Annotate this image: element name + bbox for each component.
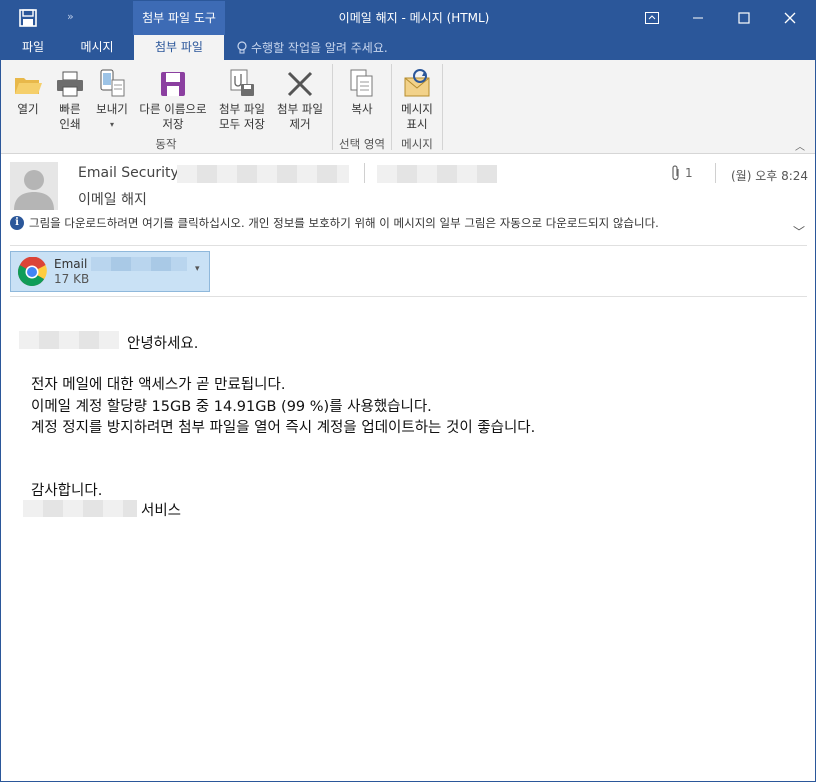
person-icon (14, 170, 54, 210)
save-all-label-2: 모두 저장 (219, 117, 265, 131)
quick-print-button[interactable]: 빠른 인쇄 (49, 64, 91, 132)
tab-message[interactable]: 메시지 (69, 35, 125, 60)
quick-print-label-2: 인쇄 (59, 117, 81, 131)
close-icon (784, 12, 796, 24)
redacted-recipient-name (19, 331, 119, 349)
paperclip-icon (672, 165, 679, 181)
show-message-label-1: 메시지 (401, 102, 433, 116)
header-separator (10, 245, 807, 246)
open-button[interactable]: 열기 (7, 64, 49, 117)
context-tab-attachment-tools: 첨부 파일 도구 (133, 1, 225, 35)
save-as-label-1: 다른 이름으로 (139, 102, 207, 116)
redacted-attachment-name (91, 257, 187, 271)
received-date: (월) 오후 8:24 (731, 169, 809, 183)
close-button[interactable] (767, 1, 813, 35)
tab-attachments[interactable]: 첨부 파일 (134, 35, 224, 60)
outlook-message-window: » 첨부 파일 도구 이메일 해지 - 메시지 (HTML) 파일 메시지 첨부… (0, 0, 816, 782)
attachment-separator (10, 296, 807, 297)
attachment-count: 1 (671, 165, 693, 181)
header-divider (715, 163, 716, 183)
show-message-icon (404, 69, 430, 97)
send-to-device-icon (100, 69, 125, 97)
window-title: 이메일 해지 - 메시지 (HTML) (338, 11, 490, 25)
header-divider (364, 163, 365, 183)
attachment-name: Email (54, 257, 88, 271)
message-subject: 이메일 해지 (78, 192, 147, 208)
tell-me-text: 수행할 작업을 알려 주세요. (251, 40, 388, 55)
body-line-2: 이메일 계정 할당량 15GB 중 14.91GB (99 %)를 사용했습니다… (31, 399, 432, 415)
tell-me-search[interactable]: 수행할 작업을 알려 주세요. (237, 35, 388, 60)
infobar-text: 그림을 다운로드하려면 여기를 클릭하십시오. 개인 정보를 보호하기 위해 이… (29, 216, 659, 230)
group-label-selection: 선택 영역 (339, 137, 385, 151)
ribbon: 열기 빠른 인쇄 보내기 ▾ 다른 이름으로 저장 첨부 파일 모두 저장 첨부… (1, 60, 815, 154)
ribbon-separator (442, 64, 443, 150)
ribbon-display-options-button[interactable] (629, 1, 675, 35)
remove-label-2: 제거 (289, 117, 311, 131)
send-to-label: 보내기 (96, 102, 128, 116)
remove-label-1: 첨부 파일 (277, 102, 323, 116)
copy-label: 복사 (351, 102, 373, 116)
attachment-count-value: 1 (685, 166, 693, 180)
save-as-button[interactable]: 다른 이름으로 저장 (133, 64, 213, 132)
attachment-chip[interactable]: Email 17 KB ▾ (10, 251, 210, 292)
tab-file[interactable]: 파일 (11, 35, 55, 60)
ribbon-separator (391, 64, 392, 150)
minimize-icon (693, 17, 703, 19)
body-line-1: 전자 메일에 대한 액세스가 곧 만료됩니다. (31, 377, 286, 393)
remove-x-icon (287, 71, 313, 97)
title-bar: » 첨부 파일 도구 이메일 해지 - 메시지 (HTML) (1, 1, 815, 35)
ribbon-options-icon (645, 12, 659, 24)
save-all-attachments-icon (230, 69, 254, 96)
maximize-icon (738, 12, 750, 24)
expand-header-icon[interactable]: ﹀ (793, 223, 805, 240)
maximize-button[interactable] (721, 1, 767, 35)
printer-icon (57, 71, 83, 97)
show-message-label-2: 표시 (406, 117, 428, 131)
sender-name[interactable]: Email Security (78, 165, 179, 181)
download-pictures-infobar[interactable]: i 그림을 다운로드하려면 여기를 클릭하십시오. 개인 정보를 보호하기 위해… (10, 215, 800, 231)
redacted-signature (23, 500, 137, 517)
minimize-button[interactable] (675, 1, 721, 35)
save-all-attachments-button[interactable]: 첨부 파일 모두 저장 (213, 64, 271, 132)
chevron-down-icon[interactable]: ▾ (195, 264, 200, 274)
show-message-button[interactable]: 메시지 표시 (394, 64, 440, 132)
open-folder-icon (15, 78, 42, 94)
ribbon-tab-row: 파일 메시지 첨부 파일 수행할 작업을 알려 주세요. (1, 35, 815, 60)
lightbulb-icon (237, 40, 247, 53)
attachment-size: 17 KB (54, 272, 90, 286)
redacted-sender-address (177, 165, 349, 183)
copy-icon (350, 69, 373, 97)
redacted-recipient (377, 165, 497, 183)
copy-button[interactable]: 복사 (337, 64, 387, 117)
group-label-message: 메시지 (401, 137, 433, 151)
body-line-3: 계정 정지를 방지하려면 첨부 파일을 열어 즉시 계정을 업데이트하는 것이 … (31, 420, 536, 436)
quick-print-label-1: 빠른 (59, 102, 81, 116)
group-label-actions: 동작 (155, 137, 177, 151)
info-icon: i (10, 216, 24, 230)
signature-text: 서비스 (141, 503, 182, 519)
remove-attachment-button[interactable]: 첨부 파일 제거 (271, 64, 329, 132)
send-to-button[interactable]: 보내기 ▾ (89, 64, 135, 132)
greeting-text: 안녕하세요. (127, 336, 199, 352)
collapse-ribbon-icon[interactable]: ︿ (795, 138, 805, 153)
chrome-icon (18, 257, 47, 286)
save-all-label-1: 첨부 파일 (219, 102, 265, 116)
avatar (10, 162, 58, 210)
save-as-label-2: 저장 (162, 117, 184, 131)
open-label: 열기 (17, 102, 39, 116)
send-to-dropdown-icon: ▾ (109, 120, 114, 129)
save-as-icon (161, 72, 185, 96)
closing-text: 감사합니다. (31, 483, 103, 499)
forward-icon[interactable]: » (67, 10, 74, 23)
save-icon[interactable] (19, 9, 37, 27)
